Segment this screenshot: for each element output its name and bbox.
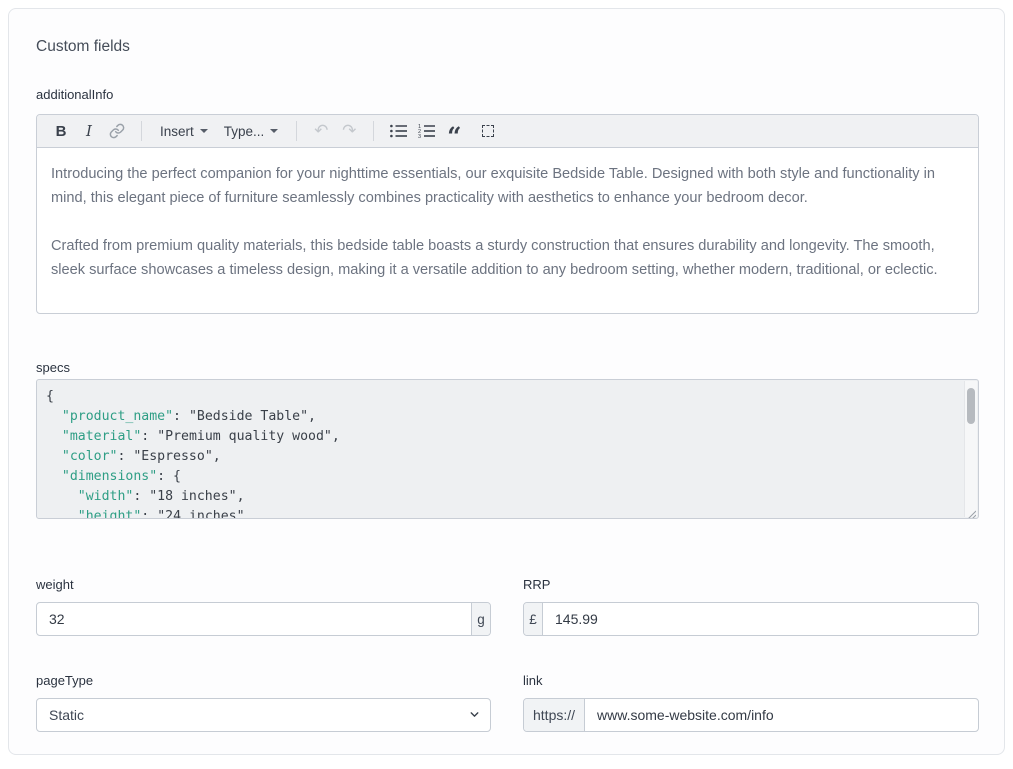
caret-down-icon: [200, 129, 208, 133]
bullet-list-button[interactable]: [386, 119, 410, 143]
link-label: link: [523, 673, 543, 688]
editor-paragraph: Introducing the perfect companion for yo…: [51, 162, 964, 210]
type-dropdown-label: Type...: [224, 124, 265, 139]
numbered-list-button[interactable]: 123: [414, 119, 438, 143]
toolbar-divider: [141, 121, 142, 141]
rte-content[interactable]: Introducing the perfect companion for yo…: [37, 148, 978, 314]
insert-dropdown-label: Insert: [160, 124, 194, 139]
toolbar-divider: [373, 121, 374, 141]
card-title: Custom fields: [36, 38, 130, 56]
rich-text-editor: B I Insert Type... ↶ ↷: [36, 114, 979, 314]
toolbar-divider: [296, 121, 297, 141]
code-line: "dimensions": {: [46, 467, 952, 487]
bullet-list-icon: [390, 123, 407, 139]
resize-handle[interactable]: [966, 506, 976, 516]
specs-label: specs: [36, 360, 70, 375]
dashed-square-button[interactable]: [476, 119, 500, 143]
code-line: {: [46, 387, 952, 407]
dashed-square-icon: [482, 125, 494, 137]
bold-button[interactable]: B: [49, 119, 73, 143]
svg-text:3: 3: [418, 134, 421, 139]
blockquote-button[interactable]: “: [442, 119, 466, 143]
rte-toolbar: B I Insert Type... ↶ ↷: [37, 115, 978, 148]
code-line: "height": "24 inches": [46, 507, 952, 519]
type-dropdown[interactable]: Type...: [218, 119, 285, 143]
rrp-label: RRP: [523, 577, 550, 592]
additional-info-label: additionalInfo: [36, 87, 113, 102]
code-line: "product_name": "Bedside Table",: [46, 407, 952, 427]
italic-button[interactable]: I: [77, 119, 101, 143]
page-type-select[interactable]: Static: [36, 698, 491, 732]
caret-down-icon: [270, 129, 278, 133]
insert-dropdown[interactable]: Insert: [154, 119, 214, 143]
link-protocol-addon: https://: [524, 699, 585, 731]
weight-label: weight: [36, 577, 74, 592]
page-type-label: pageType: [36, 673, 93, 688]
custom-fields-card: Custom fields additionalInfo B I Insert: [8, 8, 1005, 755]
specs-scrollbar[interactable]: [964, 381, 977, 517]
weight-input-group: g: [36, 602, 491, 636]
page-type-select-wrap: Static: [36, 698, 491, 732]
link-input[interactable]: [585, 699, 978, 731]
weight-input[interactable]: [37, 603, 471, 635]
link-button[interactable]: [105, 119, 129, 143]
numbered-list-icon: 123: [418, 123, 435, 139]
specs-code: { "product_name": "Bedside Table", "mate…: [37, 380, 978, 519]
link-input-group: https://: [523, 698, 979, 732]
link-icon: [109, 123, 125, 139]
rrp-currency-addon: £: [524, 603, 543, 635]
rrp-input[interactable]: [543, 603, 978, 635]
specs-textarea[interactable]: { "product_name": "Bedside Table", "mate…: [36, 379, 979, 519]
code-line: "color": "Espresso",: [46, 447, 952, 467]
code-line: "material": "Premium quality wood",: [46, 427, 952, 447]
rrp-input-group: £: [523, 602, 979, 636]
code-line: "width": "18 inches",: [46, 487, 952, 507]
weight-unit-addon: g: [471, 603, 490, 635]
undo-button[interactable]: ↶: [309, 119, 333, 143]
editor-paragraph: Crafted from premium quality materials, …: [51, 234, 964, 282]
redo-button[interactable]: ↷: [337, 119, 361, 143]
specs-scrollbar-thumb[interactable]: [967, 388, 975, 424]
